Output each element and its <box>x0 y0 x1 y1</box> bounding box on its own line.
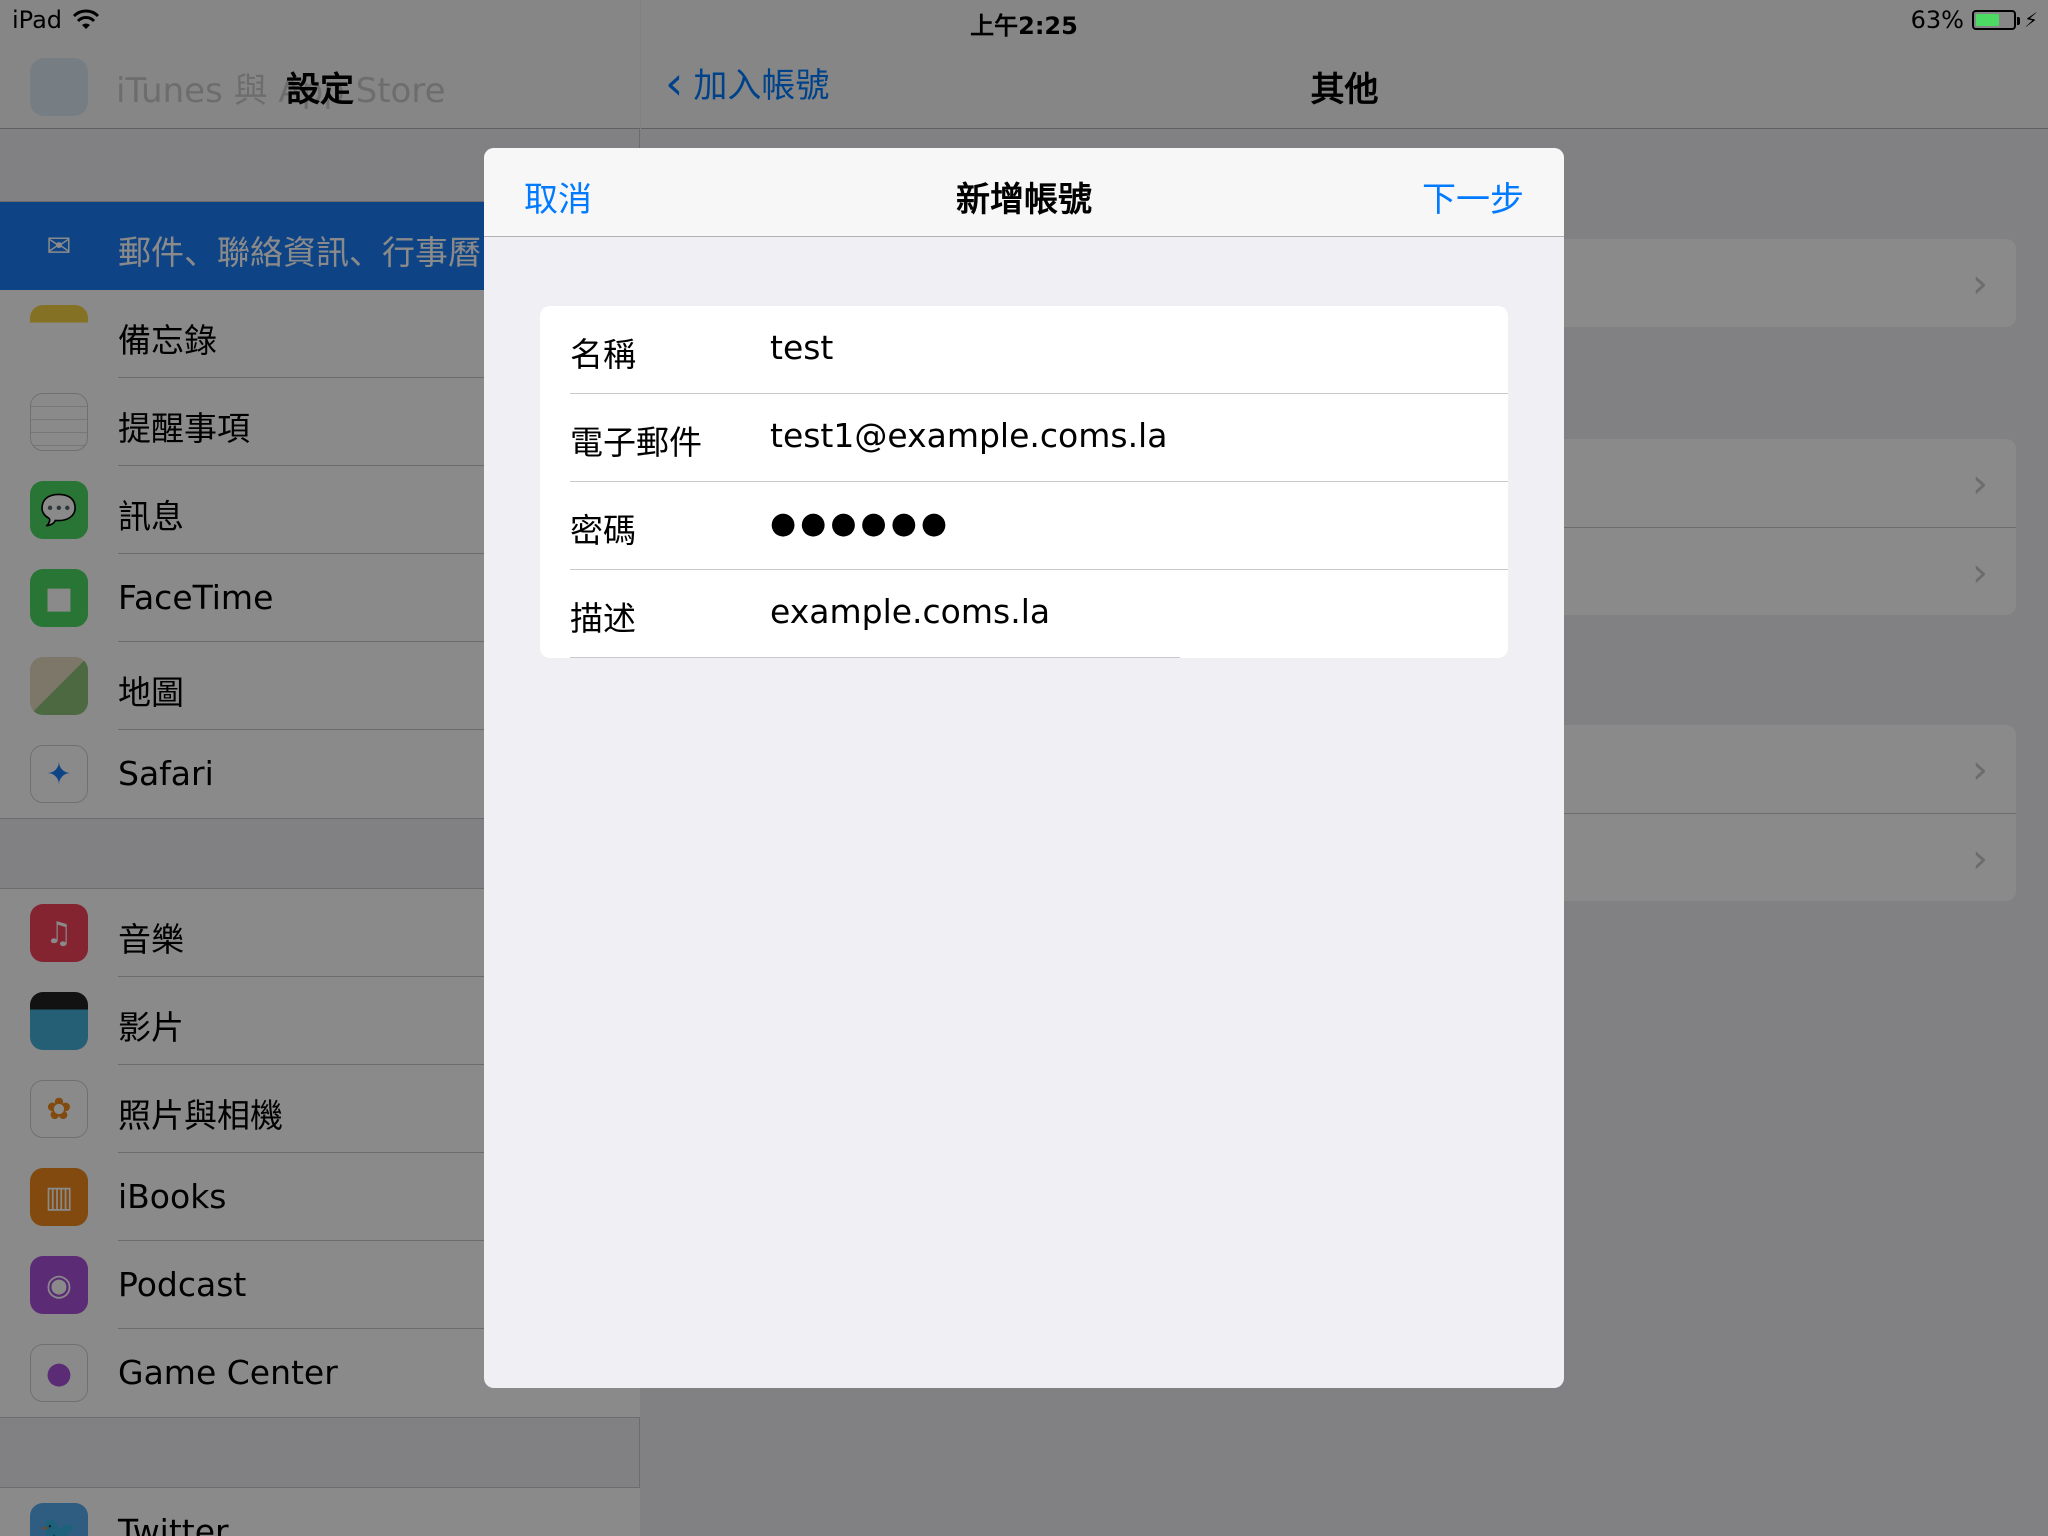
charging-icon: ⚡ <box>2023 8 2038 32</box>
password-row: 密碼 ●●●●●● <box>540 482 1508 570</box>
password-label: 密碼 <box>570 511 636 550</box>
description-field[interactable]: example.coms.la <box>770 592 1050 631</box>
account-form: 名稱 test 電子郵件 test1@example.coms.la 密碼 ●●… <box>540 306 1508 658</box>
name-row: 名稱 test <box>540 306 1508 394</box>
clock: 上午2:25 <box>970 12 1078 40</box>
next-button[interactable]: 下一步 <box>1422 172 1524 221</box>
email-row: 電子郵件 test1@example.coms.la <box>540 394 1508 482</box>
ipad-screen: iPad 上午2:25 63% ⚡ iTunes 與 App Store 設定 … <box>0 0 2048 1536</box>
description-label: 描述 <box>570 599 636 638</box>
status-bar: iPad 上午2:25 63% ⚡ <box>0 0 2048 40</box>
battery-icon <box>1971 10 2020 30</box>
password-field[interactable]: ●●●●●● <box>770 506 951 541</box>
sheet-title: 新增帳號 <box>956 180 1092 220</box>
email-label: 電子郵件 <box>570 423 702 462</box>
name-label: 名稱 <box>570 335 636 374</box>
add-account-sheet: 取消 新增帳號 下一步 名稱 test 電子郵件 test1@example.c… <box>484 148 1564 1388</box>
description-row: 描述 example.coms.la <box>540 570 1508 658</box>
name-field[interactable]: test <box>770 328 833 367</box>
email-field[interactable]: test1@example.coms.la <box>770 416 1167 455</box>
battery-level <box>1975 14 1999 26</box>
battery-percent: 63% <box>1910 6 1964 34</box>
sheet-nav-bar: 取消 新增帳號 下一步 <box>484 148 1564 237</box>
